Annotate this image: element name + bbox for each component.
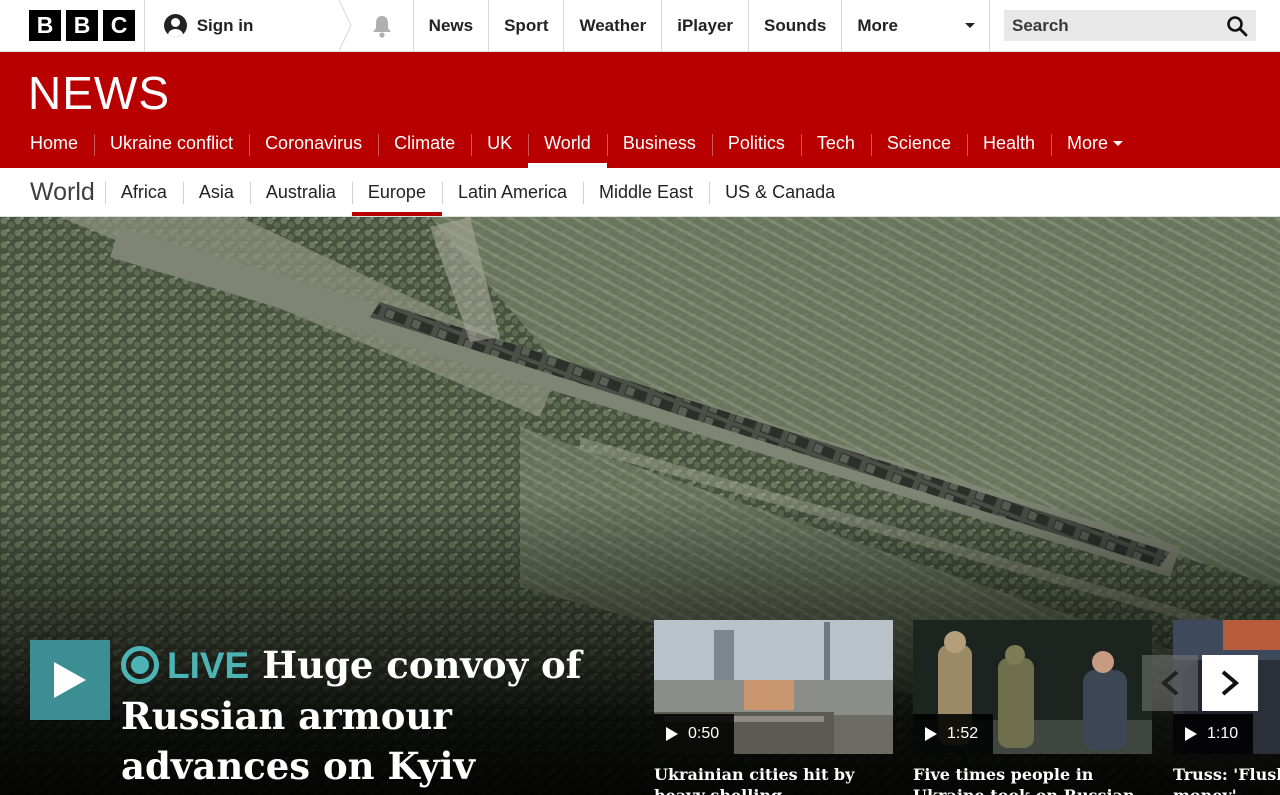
global-nav-news[interactable]: News	[414, 0, 490, 51]
search-input[interactable]	[1011, 15, 1212, 36]
hero-story: LIVE Huge convoy of Russian armour advan…	[0, 217, 1280, 795]
live-label: LIVE	[167, 645, 250, 686]
section-nav-us-canada[interactable]: US & Canada	[709, 168, 851, 216]
news-nav-politics[interactable]: Politics	[711, 118, 801, 168]
news-nav-science[interactable]: Science	[870, 118, 967, 168]
user-icon	[163, 14, 187, 37]
video-title[interactable]: Truss: 'Flush out dirty money'	[1173, 764, 1280, 795]
news-navigation: Home Ukraine conflict Coronavirus Climat…	[14, 118, 1139, 168]
section-nav-asia[interactable]: Asia	[182, 168, 250, 216]
caret-down-icon	[1113, 140, 1124, 146]
search-area	[990, 0, 1280, 51]
news-nav-more-button[interactable]: More	[1051, 118, 1139, 168]
section-nav-europe[interactable]: Europe	[351, 168, 443, 216]
divider-chevron-icon	[338, 0, 352, 51]
bbc-logo[interactable]: B B C	[0, 0, 145, 51]
chevron-left-icon	[1160, 670, 1179, 696]
global-nav-weather[interactable]: Weather	[564, 0, 663, 51]
bbc-logo-letter: C	[103, 10, 135, 41]
video-duration-label: 1:52	[947, 725, 979, 742]
bbc-logo-letter: B	[29, 10, 61, 41]
global-nav-sport[interactable]: Sport	[489, 0, 565, 51]
play-icon	[925, 727, 937, 741]
news-nav-coronavirus[interactable]: Coronavirus	[249, 118, 378, 168]
notifications-button[interactable]	[351, 0, 414, 51]
caret-down-icon	[964, 23, 975, 28]
chevron-right-icon	[1221, 670, 1240, 696]
news-nav-tech[interactable]: Tech	[800, 118, 871, 168]
news-nav-world[interactable]: World	[528, 118, 607, 168]
live-icon	[121, 646, 159, 684]
search-box	[1003, 10, 1256, 41]
section-nav-australia[interactable]: Australia	[249, 168, 352, 216]
play-icon	[666, 727, 678, 741]
carousel-previous-button[interactable]	[1142, 655, 1198, 711]
news-nav-uk[interactable]: UK	[471, 118, 528, 168]
section-nav-africa[interactable]: Africa	[104, 168, 183, 216]
news-nav-business[interactable]: Business	[606, 118, 712, 168]
news-banner: NEWS Home Ukraine conflict Coronavirus C…	[0, 52, 1280, 168]
video-duration: 1:10	[1173, 714, 1253, 754]
bell-icon	[372, 15, 391, 38]
section-navigation: World Africa Asia Australia Europe Latin…	[0, 168, 1280, 217]
hero-play-button[interactable]	[30, 640, 110, 720]
global-navigation: B B C Sign in News Sport Weather iPlayer…	[0, 0, 1280, 52]
video-duration-label: 1:10	[1207, 725, 1239, 742]
news-nav-health[interactable]: Health	[966, 118, 1051, 168]
bbc-logo-letter: B	[66, 10, 98, 41]
sign-in-link[interactable]: Sign in	[145, 0, 352, 51]
video-duration: 0:50	[654, 714, 734, 754]
hero-headline-link[interactable]: LIVE Huge convoy of Russian armour advan…	[121, 640, 641, 791]
live-badge: LIVE	[121, 645, 249, 686]
news-wordmark[interactable]: NEWS	[28, 66, 170, 120]
search-icon[interactable]	[1226, 15, 1248, 37]
news-nav-climate[interactable]: Climate	[378, 118, 471, 168]
video-title[interactable]: Five times people in Ukraine took on Rus…	[913, 764, 1152, 795]
video-card[interactable]: 1:52 Five times people in Ukraine took o…	[913, 620, 1152, 795]
video-title[interactable]: Ukrainian cities hit by heavy shelling	[654, 764, 893, 795]
video-duration-label: 0:50	[688, 725, 720, 742]
section-nav-latin-america[interactable]: Latin America	[441, 168, 583, 216]
global-nav-iplayer[interactable]: iPlayer	[662, 0, 750, 51]
global-nav-more-label: More	[857, 15, 898, 35]
video-thumbnail[interactable]: 0:50	[654, 620, 893, 754]
sign-in-label: Sign in	[196, 15, 254, 35]
video-card[interactable]: 0:50 Ukrainian cities hit by heavy shell…	[654, 620, 893, 795]
play-icon	[54, 662, 86, 698]
global-nav-more-button[interactable]: More	[842, 0, 990, 51]
video-thumbnail[interactable]: 1:52	[913, 620, 1152, 754]
carousel-next-button[interactable]	[1202, 655, 1258, 711]
video-duration: 1:52	[913, 714, 993, 754]
news-nav-ukraine-conflict[interactable]: Ukraine conflict	[94, 118, 249, 168]
play-icon	[1185, 727, 1197, 741]
news-nav-more-label: More	[1067, 132, 1109, 153]
news-nav-home[interactable]: Home	[14, 118, 94, 168]
section-nav-middle-east[interactable]: Middle East	[583, 168, 709, 216]
section-title[interactable]: World	[30, 168, 105, 216]
global-nav-sounds[interactable]: Sounds	[749, 0, 843, 51]
